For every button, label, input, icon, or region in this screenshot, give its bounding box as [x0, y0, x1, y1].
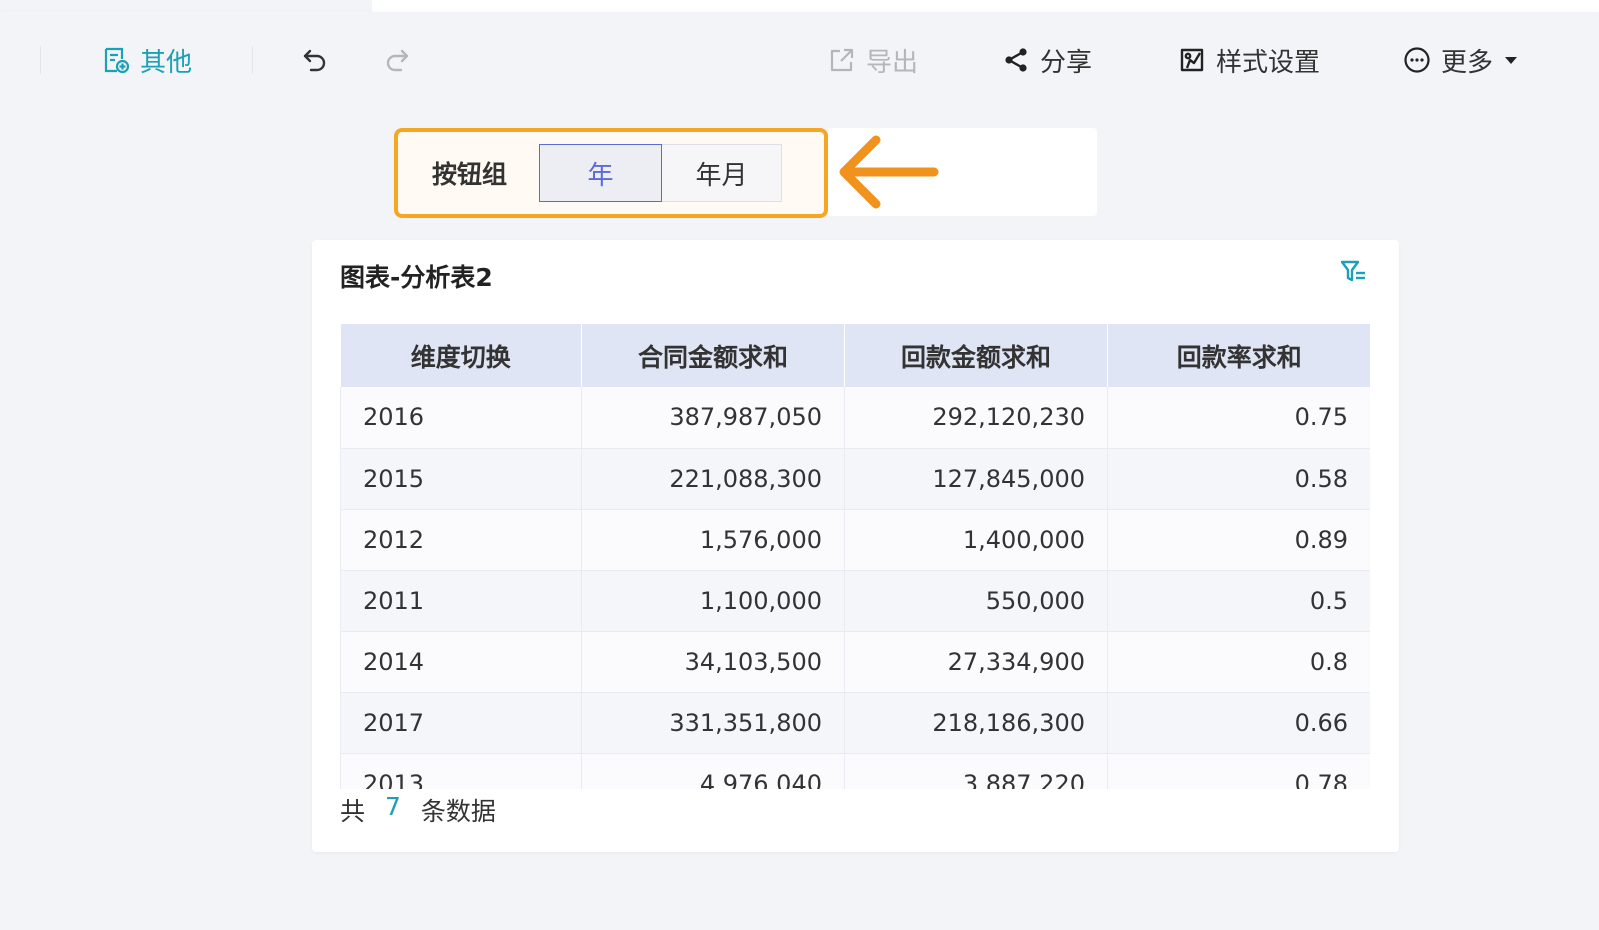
export-label: 导出 [866, 47, 919, 78]
style-settings-label: 样式设置 [1216, 47, 1321, 78]
chart-title: 图表-分析表2 [340, 263, 493, 292]
column-header[interactable]: 维度切换 [340, 324, 582, 387]
table-cell: 550,000 [844, 570, 1108, 632]
table-cell: 0.75 [1107, 387, 1370, 449]
row-count: 7 [385, 792, 401, 821]
toolbar: 其他 导出 分享 样式设置 更多 [0, 12, 1599, 106]
add-component-icon [102, 46, 130, 74]
option-year[interactable]: 年 [539, 144, 662, 202]
column-header[interactable]: 回款率求和 [1107, 324, 1370, 387]
style-settings-button[interactable]: 样式设置 [1178, 42, 1320, 78]
export-icon [828, 46, 856, 74]
option-year-month[interactable]: 年月 [662, 144, 782, 202]
table-cell: 0.5 [1107, 570, 1370, 632]
undo-button[interactable] [301, 42, 329, 78]
table-cell: 2016 [340, 387, 582, 449]
style-settings-icon [1178, 46, 1206, 74]
other-button[interactable]: 其他 [102, 42, 192, 78]
table-row: 2014 34,103,500 27,334,900 0.8 [340, 631, 1370, 693]
button-group-widget[interactable]: 按钮组 年 年月 [394, 128, 828, 218]
undo-icon [301, 46, 329, 74]
table-row: 2012 1,576,000 1,400,000 0.89 [340, 509, 1370, 571]
table-header-row: 维度切换 合同金额求和 回款金额求和 回款率求和 [340, 324, 1370, 387]
share-button[interactable]: 分享 [1002, 42, 1092, 78]
redo-button[interactable] [383, 42, 411, 78]
filter-icon[interactable] [1339, 258, 1367, 290]
table-row: 2015 221,088,300 127,845,000 0.58 [340, 448, 1370, 510]
analysis-table-card: 图表-分析表2 维度切换 合同金额求和 回款金额求和 回款率求和 2016 38… [312, 240, 1399, 852]
table-cell: 0.58 [1107, 448, 1370, 510]
more-button[interactable]: 更多 [1403, 42, 1519, 78]
table-cell: 292,120,230 [844, 387, 1108, 449]
analysis-table: 维度切换 合同金额求和 回款金额求和 回款率求和 2016 387,987,05… [340, 324, 1370, 789]
table-cell: 387,987,050 [581, 387, 845, 449]
table-cell: 2013 [340, 753, 582, 789]
table-footer: 共 7 条数据 [340, 792, 496, 828]
table-cell: 2017 [340, 692, 582, 754]
table-cell: 0.66 [1107, 692, 1370, 754]
table-cell: 4,976,040 [581, 753, 845, 789]
table-cell: 3,887,220 [844, 753, 1108, 789]
table-cell: 0.8 [1107, 631, 1370, 693]
redo-icon [383, 46, 411, 74]
button-group-label: 按钮组 [432, 160, 508, 189]
table-cell: 1,100,000 [581, 570, 845, 632]
table-cell: 331,351,800 [581, 692, 845, 754]
table-cell: 218,186,300 [844, 692, 1108, 754]
button-group-options: 年 年月 [539, 144, 782, 202]
table-row: 2011 1,100,000 550,000 0.5 [340, 570, 1370, 632]
table-cell: 2014 [340, 631, 582, 693]
table-cell: 0.78 [1107, 753, 1370, 789]
table-row: 2013 4,976,040 3,887,220 0.78 [340, 753, 1370, 789]
more-label: 更多 [1441, 47, 1494, 78]
top-strip [372, 0, 1599, 12]
table-cell: 1,576,000 [581, 509, 845, 571]
table-row: 2017 331,351,800 218,186,300 0.66 [340, 692, 1370, 754]
share-label: 分享 [1040, 47, 1093, 78]
footer-prefix: 共 [340, 797, 366, 826]
share-icon [1002, 46, 1030, 74]
toolbar-divider [252, 46, 253, 74]
table-cell: 2011 [340, 570, 582, 632]
caret-down-icon [1503, 54, 1519, 66]
table-cell: 2012 [340, 509, 582, 571]
other-label: 其他 [140, 47, 193, 78]
table-cell: 221,088,300 [581, 448, 845, 510]
footer-suffix: 条数据 [420, 797, 496, 826]
table-cell: 34,103,500 [581, 631, 845, 693]
table-cell: 0.89 [1107, 509, 1370, 571]
table-cell: 127,845,000 [844, 448, 1108, 510]
table-row: 2016 387,987,050 292,120,230 0.75 [340, 387, 1370, 449]
table-cell: 27,334,900 [844, 631, 1108, 693]
more-circle-icon [1403, 46, 1431, 74]
table-cell: 2015 [340, 448, 582, 510]
table-cell: 1,400,000 [844, 509, 1108, 571]
table-viewport: 维度切换 合同金额求和 回款金额求和 回款率求和 2016 387,987,05… [340, 324, 1370, 789]
column-header[interactable]: 合同金额求和 [581, 324, 845, 387]
toolbar-divider [40, 46, 41, 74]
export-button[interactable]: 导出 [828, 42, 918, 78]
left-arrow-icon [836, 132, 946, 216]
column-header[interactable]: 回款金额求和 [844, 324, 1108, 387]
